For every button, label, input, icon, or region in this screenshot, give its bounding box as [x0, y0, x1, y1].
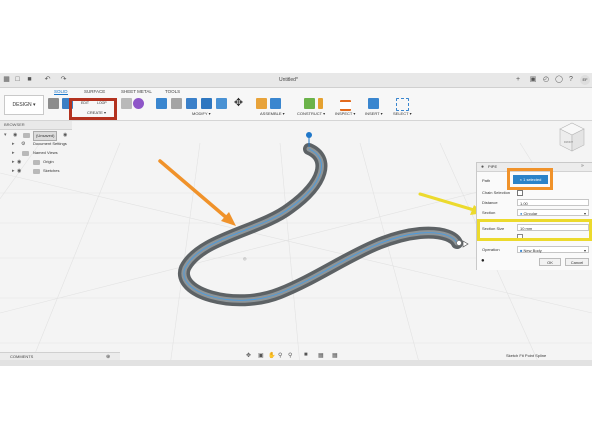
pipe-dialog: ● PIPE » Path × 1 selected Chain Selecti…: [476, 162, 592, 270]
status-text: Sketch Fit Point Spline: [506, 353, 547, 358]
browser-item-label: Named Views: [33, 150, 58, 155]
chevron-down-icon: ▾: [583, 248, 586, 253]
expand-icon[interactable]: ▸: [12, 140, 17, 148]
collapse-icon[interactable]: ▾: [4, 131, 9, 139]
ok-button[interactable]: OK: [539, 258, 561, 266]
view-cube[interactable]: [559, 122, 585, 152]
folder-icon: [33, 160, 40, 165]
browser-item-label: Origin: [43, 159, 54, 164]
operation-dropdown[interactable]: ■ New Body ▾: [517, 246, 589, 253]
settings-gear-icon: ⚙: [21, 141, 26, 147]
origin-marker: ◎: [243, 256, 247, 261]
operation-label: Operation: [482, 247, 500, 252]
expand-icon[interactable]: ▸: [12, 149, 17, 157]
folder-icon: [33, 169, 40, 174]
orange-annotation-arrow: [158, 159, 236, 226]
pipe-dialog-title: PIPE: [488, 164, 498, 169]
folder-icon: [22, 151, 29, 156]
visibility-eye-icon[interactable]: ◉: [17, 167, 23, 175]
zoom-icon[interactable]: ⚲: [278, 352, 282, 359]
browser-item-label: Sketches: [43, 168, 60, 173]
section-dropdown[interactable]: ● Circular ▾: [517, 209, 589, 216]
chain-selection-label: Chain Selection: [482, 190, 511, 195]
viewcube-front-label: FRONT: [564, 140, 573, 144]
comments-panel[interactable]: COMMENTS ⊕: [0, 352, 120, 360]
distance-input[interactable]: 1.00: [517, 199, 589, 206]
orange-highlight-box: [507, 168, 553, 190]
section-label: Section: [482, 210, 496, 215]
new-body-icon: ■: [520, 248, 523, 253]
chevron-down-icon: ▾: [583, 211, 586, 216]
visibility-eye-icon[interactable]: ◉: [13, 131, 19, 139]
navigation-toolbar: ✥ ▣ ✋ ⚲ ⚲ ■ ▦ ▦: [246, 352, 362, 360]
help-info-icon[interactable]: ●: [481, 258, 485, 264]
fusion-window: ▦ □ ■ ↶ ↷ Untitled* + ▣ ◴ ◯ ? EF DESIGN …: [0, 73, 592, 366]
viewports-icon[interactable]: ▦: [332, 352, 338, 359]
browser-panel: BROWSER ▾ ◉ (Unsaved) ◉ ▸ ⚙ Document Set…: [0, 121, 72, 183]
chain-selection-checkbox[interactable]: [517, 190, 523, 196]
operation-dropdown-value: New Body: [523, 248, 542, 253]
pan-icon[interactable]: ✋: [268, 352, 275, 359]
distance-label: Distance: [482, 200, 498, 205]
timeline-bar[interactable]: [0, 360, 592, 366]
display-settings-icon[interactable]: ■: [304, 352, 308, 358]
info-icon: ●: [481, 164, 485, 170]
activate-radio-icon[interactable]: ◉: [63, 131, 69, 139]
yellow-annotation-arrow: [418, 192, 484, 215]
expand-panel-icon[interactable]: »: [581, 163, 584, 169]
zoom-window-icon[interactable]: ⚲: [288, 352, 292, 359]
component-icon: [23, 133, 30, 138]
look-at-icon[interactable]: ▣: [258, 352, 264, 359]
browser-item-label: Document Settings: [33, 141, 67, 146]
visibility-eye-icon[interactable]: ◉: [17, 158, 23, 166]
yellow-highlight-box: [477, 219, 592, 241]
cancel-button[interactable]: Cancel: [565, 258, 589, 266]
grid-settings-icon[interactable]: ▦: [318, 352, 324, 359]
orbit-icon[interactable]: ✥: [246, 352, 251, 359]
section-dropdown-value: Circular: [523, 211, 538, 216]
comments-label: COMMENTS: [10, 354, 34, 359]
path-label: Path: [482, 178, 491, 183]
circular-section-icon: ●: [520, 211, 523, 216]
browser-header[interactable]: BROWSER: [0, 121, 72, 130]
